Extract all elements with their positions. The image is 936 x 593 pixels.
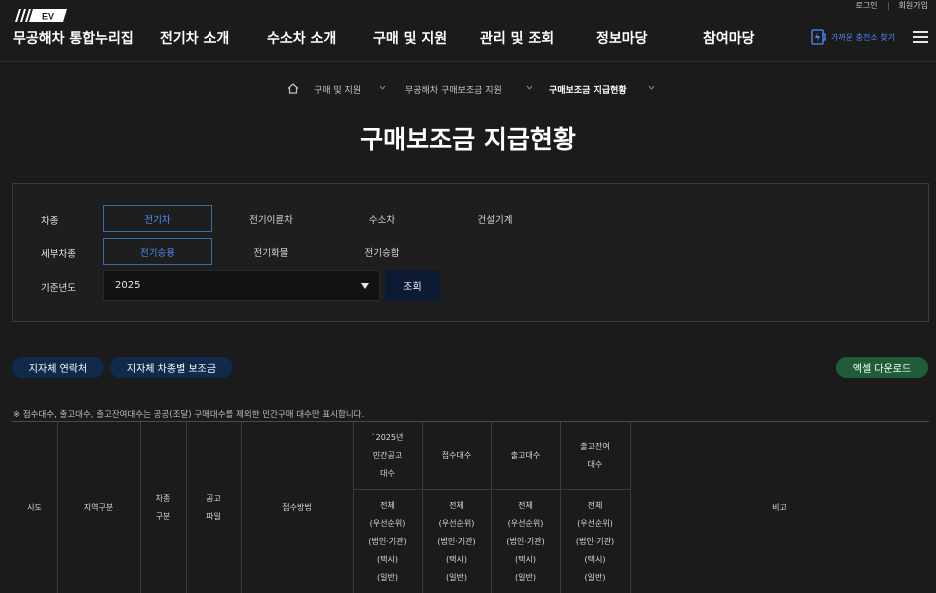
header-notice-count: `2025년 민간공고 대수 <box>371 432 404 478</box>
vehicle-type-option-hydrogen[interactable]: 수소차 <box>342 205 422 232</box>
header-remaining: 출고잔여 대수 <box>580 441 610 469</box>
main-nav: 전기차 소개 수소차 소개 구매 및 지원 관리 및 조회 정보마당 참여마당 <box>0 28 936 48</box>
site-header: 로그인 회원가입 EV 무공해차 통합누리집 전기차 소개 수소차 소개 구매 … <box>0 0 936 62</box>
breadcrumb-item-current[interactable]: 구매보조금 지급현황 <box>549 83 627 96</box>
subheader-released-breakdown: 전체 (우선순위) (법인·기관) (택시) (일반) <box>506 501 545 582</box>
chevron-down-icon[interactable] <box>526 85 533 90</box>
sub-type-option-passenger[interactable]: 전기승용 <box>103 238 212 265</box>
divider <box>887 1 889 10</box>
chevron-down-icon[interactable] <box>648 85 655 90</box>
header-received: 접수대수 <box>441 450 472 460</box>
year-label: 기준년도 <box>41 283 76 294</box>
excel-download-button[interactable]: 엑셀 다운로드 <box>836 357 928 378</box>
search-filter-panel: 차종 전기차 전기이륜차 수소차 건설기계 세부차종 전기승용 전기화물 전기승… <box>12 183 929 322</box>
nav-hydrogen-intro[interactable]: 수소차 소개 <box>267 28 336 48</box>
header-method: 접수방법 <box>282 503 312 512</box>
vehicle-type-option-construction[interactable]: 건설기계 <box>455 205 535 232</box>
breadcrumb-item-purchase[interactable]: 구매 및 지원 <box>314 83 361 96</box>
table-note: ※ 접수대수, 출고대수, 출고잔여대수는 공공(조달) 구매대수를 제외한 민… <box>13 410 365 420</box>
find-station-button[interactable]: 가까운 충전소 찾기 <box>810 28 895 46</box>
ev-logo-icon[interactable]: EV <box>13 9 67 22</box>
subheader-remaining-breakdown: 전체 (우선순위) (법인·기관) (택시) (일반) <box>575 501 615 582</box>
subsidy-by-type-button[interactable]: 지자체 차종별 보조금 <box>110 357 233 378</box>
breadcrumb-item-subsidy[interactable]: 무공해차 구매보조금 지원 <box>405 83 502 96</box>
subsidy-status-table: 시도 지역구분 차종 구분 공고 파일 접수방법 `2025년 민간공고 대수 접수대수… <box>12 421 929 593</box>
chevron-down-icon[interactable] <box>379 85 386 90</box>
vehicle-type-option-ev[interactable]: 전기차 <box>103 205 212 232</box>
nav-participation[interactable]: 참여마당 <box>703 28 755 48</box>
nav-purchase-support[interactable]: 구매 및 지원 <box>373 28 447 48</box>
year-select-value: 2025 <box>115 280 141 291</box>
page-title: 구매보조금 지급현황 <box>360 125 576 154</box>
nav-management[interactable]: 관리 및 조회 <box>480 28 554 48</box>
year-select[interactable]: 2025 <box>103 270 380 301</box>
nav-information[interactable]: 정보마당 <box>596 28 648 48</box>
signup-link[interactable]: 회원가입 <box>899 0 928 11</box>
header-region: 시도 <box>27 503 42 512</box>
menu-icon[interactable] <box>913 31 928 43</box>
vehicle-type-option-e-motorcycle[interactable]: 전기이륜차 <box>225 205 317 232</box>
vehicle-type-label: 차종 <box>41 216 59 227</box>
login-link[interactable]: 로그인 <box>855 0 877 11</box>
sub-type-option-bus[interactable]: 전기승합 <box>342 238 422 265</box>
home-icon[interactable] <box>287 83 299 94</box>
header-area: 지역구분 <box>83 503 114 512</box>
find-station-label: 가까운 충전소 찾기 <box>831 32 895 42</box>
charger-icon <box>811 29 826 45</box>
caret-down-icon <box>361 283 369 289</box>
breadcrumb: 구매 및 지원 무공해차 구매보조금 지원 구매보조금 지급현황 <box>0 82 936 98</box>
nav-ev-intro[interactable]: 전기차 소개 <box>160 28 229 48</box>
search-button[interactable]: 조회 <box>385 270 440 301</box>
sub-type-option-truck[interactable]: 전기화물 <box>225 238 317 265</box>
subheader-notice-breakdown: 전체 (우선순위) (법인·기관) (택시) (일반) <box>368 501 407 582</box>
subheader-received-breakdown: 전체 (우선순위) (법인·기관) (택시) (일반) <box>437 501 476 582</box>
header-remarks: 비고 <box>772 503 787 512</box>
logo-badge-text: EV <box>42 12 54 22</box>
header-notice-file: 공고 파일 <box>206 494 221 521</box>
utility-menu: 로그인 회원가입 <box>855 0 928 11</box>
header-vehicle-type: 차종 구분 <box>155 494 171 521</box>
header-released: 출고대수 <box>510 450 541 460</box>
sub-type-label: 세부차종 <box>41 249 76 260</box>
contact-button[interactable]: 지자체 연락처 <box>12 357 104 378</box>
